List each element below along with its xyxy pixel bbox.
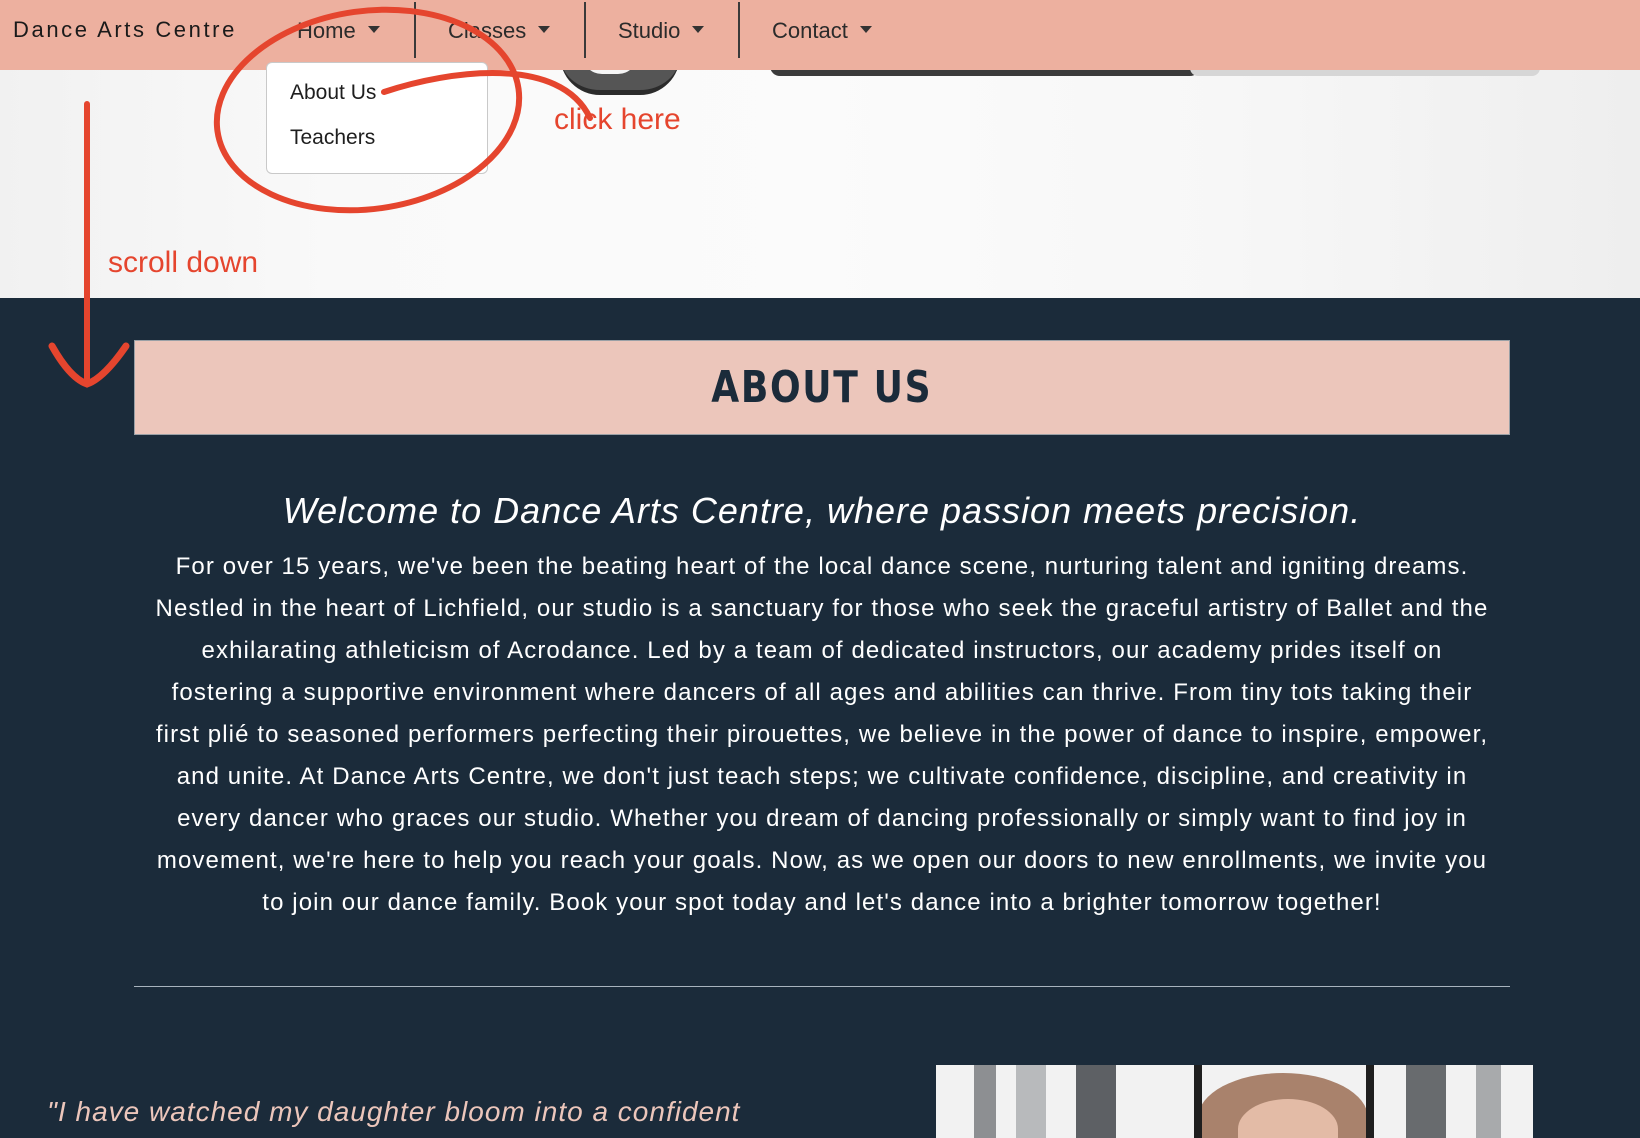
hero-dancer-shoe: [560, 70, 680, 95]
nav-separator: [414, 2, 416, 58]
navbar: Dance Arts Centre Home Classes Studio Co…: [0, 0, 1640, 70]
chevron-down-icon: [538, 25, 551, 33]
annotation-click-here: click here: [554, 103, 681, 136]
nav-item-label: Home: [297, 18, 356, 43]
chevron-down-icon: [367, 25, 380, 33]
testimonial-quote: "I have watched my daughter bloom into a…: [47, 1096, 741, 1127]
dropdown-item-about-us[interactable]: About Us: [290, 81, 376, 105]
nav-item-studio[interactable]: Studio: [618, 0, 705, 62]
hero-dancer-shadow: [770, 70, 1200, 76]
chevron-down-icon: [692, 25, 705, 33]
nav-item-label: Classes: [448, 18, 527, 43]
section-divider: [134, 986, 1510, 987]
dropdown-item-teachers[interactable]: Teachers: [290, 126, 375, 150]
brand-logo[interactable]: Dance Arts Centre: [13, 17, 237, 43]
nav-separator: [584, 2, 586, 58]
hero-floor-shadow: [1190, 70, 1540, 76]
nav-item-home[interactable]: Home: [297, 0, 380, 62]
arrow-down-icon: [48, 342, 130, 388]
nav-item-contact[interactable]: Contact: [772, 0, 872, 62]
teacher-photo: [936, 1065, 1533, 1138]
annotation-scroll-down: scroll down: [108, 246, 259, 279]
nav-separator: [738, 2, 740, 58]
welcome-heading: Welcome to Dance Arts Centre, where pass…: [282, 490, 1362, 531]
about-us-heading: ABOUT US: [711, 362, 933, 413]
about-us-banner: ABOUT US: [134, 340, 1510, 435]
home-dropdown-menu: About Us Teachers: [266, 62, 488, 174]
about-us-body: For over 15 years, we've been the beatin…: [155, 553, 1489, 916]
nav-item-label: Contact: [772, 18, 848, 43]
chevron-down-icon: [859, 25, 872, 33]
nav-item-classes[interactable]: Classes: [448, 0, 551, 62]
nav-item-label: Studio: [618, 18, 681, 43]
